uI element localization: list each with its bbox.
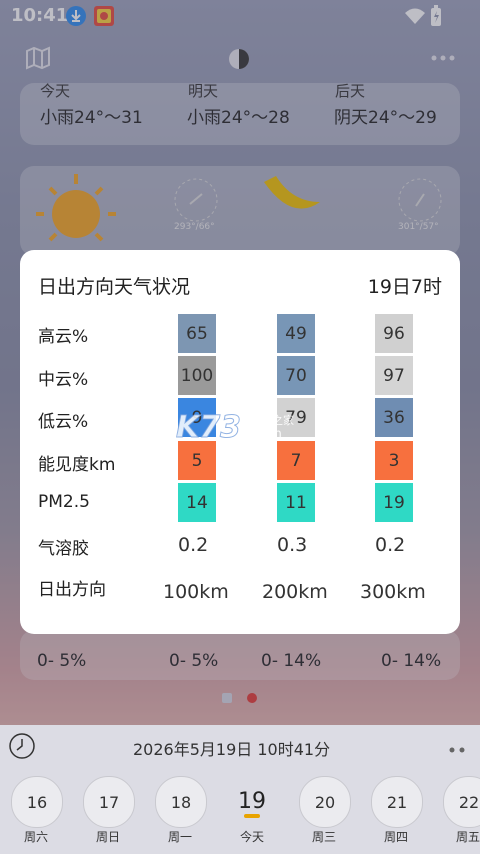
- value-cell: 7: [277, 441, 315, 480]
- dialog-date: 19日7时: [367, 276, 442, 298]
- value-cell: 5: [178, 441, 216, 480]
- more-dots-icon[interactable]: [448, 740, 470, 759]
- day-label: 周一: [167, 830, 192, 844]
- dialog-title: 日出方向天气状况: [38, 276, 191, 298]
- row-label-visibility: 能见度km: [38, 455, 116, 475]
- value-cell: 70: [277, 356, 315, 395]
- watermark-sub: 游戏之家: [250, 414, 294, 427]
- value-cell: 96: [375, 314, 413, 353]
- day-button[interactable]: 20: [299, 776, 351, 828]
- datetime-bar: 2026年5月19日 10时41分: [0, 732, 480, 762]
- value-cell: 36: [375, 398, 413, 437]
- day-label: 今天: [239, 830, 264, 844]
- clock-icon[interactable]: [8, 732, 36, 764]
- day-button[interactable]: 16: [11, 776, 63, 828]
- day-label: 周三: [311, 830, 336, 844]
- aerosol-value: 0.2: [375, 534, 406, 556]
- row-label-low-cloud: 低云%: [38, 412, 89, 432]
- value-cell: 19: [375, 483, 413, 522]
- datetime-text[interactable]: 2026年5月19日 10时41分: [133, 736, 330, 760]
- day-label: 周五: [455, 830, 480, 844]
- distance-label: 100km: [163, 581, 229, 603]
- day-button-selected[interactable]: 19: [227, 776, 277, 826]
- watermark-brand: K73: [176, 410, 242, 446]
- day-button[interactable]: 17: [83, 776, 135, 828]
- distance-label: 200km: [262, 581, 328, 603]
- aerosol-value: 0.2: [178, 534, 209, 556]
- value-cell: 14: [178, 483, 216, 522]
- day-button[interactable]: 18: [155, 776, 207, 828]
- day-button[interactable]: 21: [371, 776, 423, 828]
- row-label-pm25: PM2.5: [38, 492, 90, 512]
- day-label: 周日: [95, 830, 120, 844]
- value-cell: 65: [178, 314, 216, 353]
- aerosol-value: 0.3: [277, 534, 308, 556]
- value-cell: 3: [375, 441, 413, 480]
- value-cell: 100: [178, 356, 216, 395]
- day-label: 周四: [383, 830, 408, 844]
- value-cell: 97: [375, 356, 413, 395]
- distance-label: 300km: [360, 581, 426, 603]
- watermark-logo: K73 游戏之家 .com: [176, 408, 306, 446]
- selected-day-indicator: [244, 814, 260, 818]
- watermark-domain: .com: [250, 427, 282, 442]
- row-label-high-cloud: 高云%: [38, 327, 89, 347]
- row-label-direction: 日出方向: [38, 580, 106, 600]
- row-label-aerosol: 气溶胶: [38, 539, 89, 559]
- row-label-mid-cloud: 中云%: [38, 370, 89, 390]
- day-label: 周六: [23, 830, 48, 844]
- value-cell: 49: [277, 314, 315, 353]
- value-cell: 11: [277, 483, 315, 522]
